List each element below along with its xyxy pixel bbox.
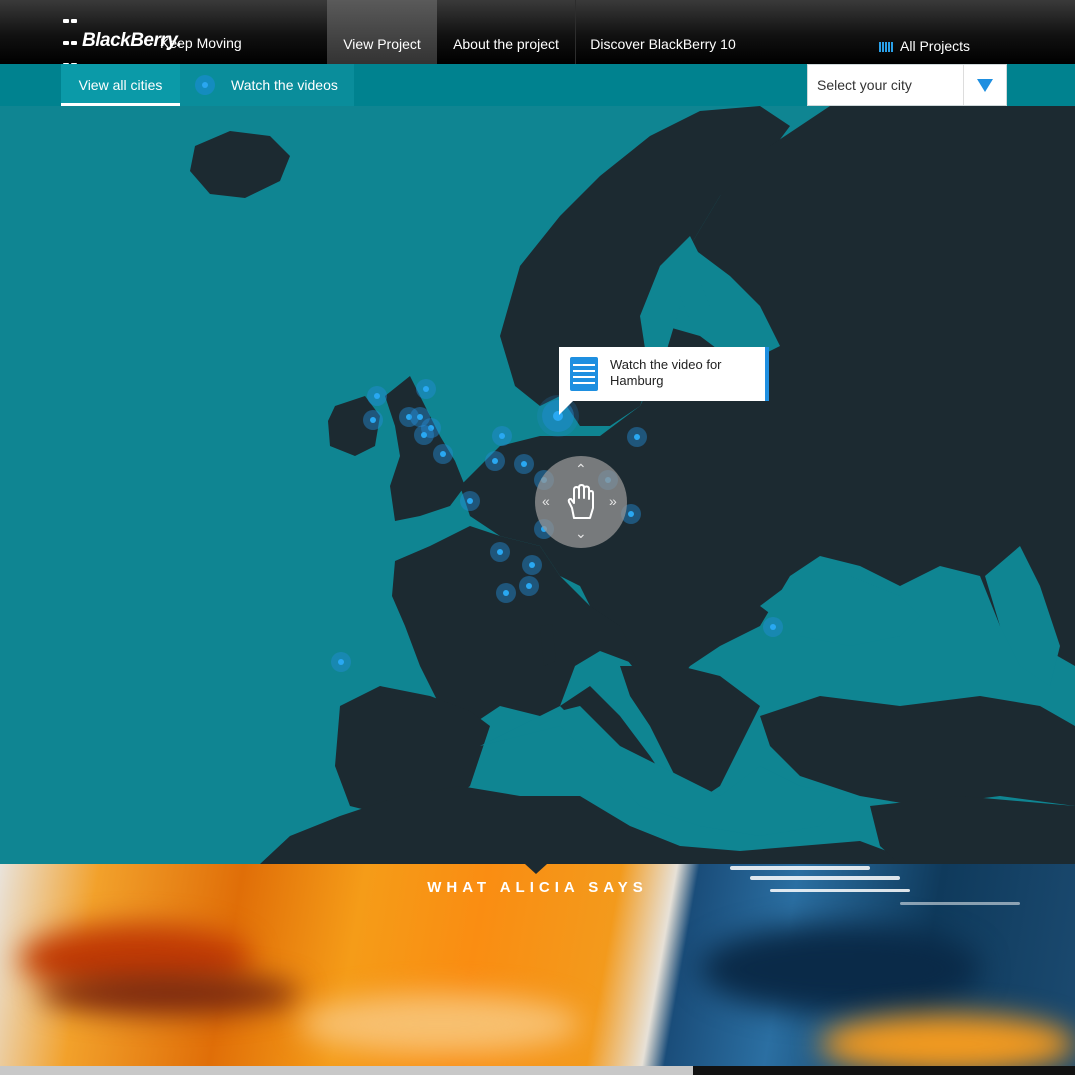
tooltip-text: Watch the video for Hamburg — [610, 357, 722, 388]
nav-view-project[interactable]: View Project — [327, 0, 437, 64]
pan-up-icon[interactable]: ⌃ — [575, 462, 587, 476]
hand-drag-icon — [567, 484, 594, 519]
hero-title: WHAT ALICIA SAYS — [427, 879, 648, 896]
nav-discover-blackberry[interactable]: Discover BlackBerry 10 — [576, 0, 750, 64]
europe-map[interactable]: Watch the video for Hamburg ⌃ ⌄ « » — [0, 106, 1075, 864]
pan-left-icon[interactable]: « — [542, 494, 550, 508]
footer-strip-left — [0, 1066, 693, 1075]
tab-view-all-cities[interactable]: View all cities — [61, 64, 180, 106]
hero-blur-shape — [300, 994, 580, 1054]
city-marker-brussels[interactable] — [485, 451, 505, 471]
city-marker-paris[interactable] — [460, 491, 480, 511]
pan-right-icon[interactable]: » — [609, 494, 617, 508]
city-marker-istanbul[interactable] — [763, 617, 783, 637]
city-select-placeholder: Select your city — [817, 77, 912, 93]
hero-blur-shape — [40, 974, 300, 1014]
city-marker-birmingham[interactable] — [414, 425, 434, 445]
hero-blur-shape — [700, 924, 980, 1014]
city-marker-nice[interactable] — [496, 583, 516, 603]
city-marker-genoa[interactable] — [519, 576, 539, 596]
city-marker-lisbon[interactable] — [331, 652, 351, 672]
city-video-tooltip[interactable]: Watch the video for Hamburg — [559, 347, 769, 415]
tab-watch-the-videos[interactable]: Watch the videos — [180, 64, 354, 106]
hero-light-streak — [730, 866, 870, 870]
city-marker-amsterdam[interactable] — [492, 426, 512, 446]
city-marker-cologne[interactable] — [514, 454, 534, 474]
hero-caret — [525, 864, 547, 874]
city-marker-london[interactable] — [433, 444, 453, 464]
all-projects-link[interactable]: All Projects — [879, 38, 970, 55]
hero-light-streak — [900, 902, 1020, 905]
city-marker-glasgow[interactable] — [416, 379, 436, 399]
city-marker-dublin[interactable] — [363, 410, 383, 430]
top-navigation-bar: BlackBerry. Keep Moving View Project Abo… — [0, 0, 1075, 67]
pan-down-icon[interactable]: ⌄ — [575, 526, 587, 540]
dropdown-arrow-icon[interactable] — [963, 65, 1006, 105]
footer-strip — [0, 1066, 1075, 1075]
all-projects-label: All Projects — [900, 38, 971, 54]
tab-watch-the-videos-label: Watch the videos — [231, 77, 338, 93]
city-marker-belfast[interactable] — [367, 386, 387, 406]
hero-banner-image: WHAT ALICIA SAYS — [0, 864, 1075, 1066]
city-select-dropdown[interactable]: Select your city — [807, 64, 1007, 106]
tagline: Keep Moving — [160, 35, 242, 51]
hero-blur-shape — [820, 1014, 1075, 1066]
city-marker-milan[interactable] — [522, 555, 542, 575]
map-pan-control[interactable]: ⌃ ⌄ « » — [535, 456, 627, 548]
city-marker-lyon[interactable] — [490, 542, 510, 562]
film-icon — [570, 357, 598, 391]
nav-about-project[interactable]: About the project — [437, 0, 575, 64]
bars-icon — [879, 39, 894, 55]
video-marker-icon — [195, 75, 215, 95]
city-marker-berlin[interactable] — [627, 427, 647, 447]
